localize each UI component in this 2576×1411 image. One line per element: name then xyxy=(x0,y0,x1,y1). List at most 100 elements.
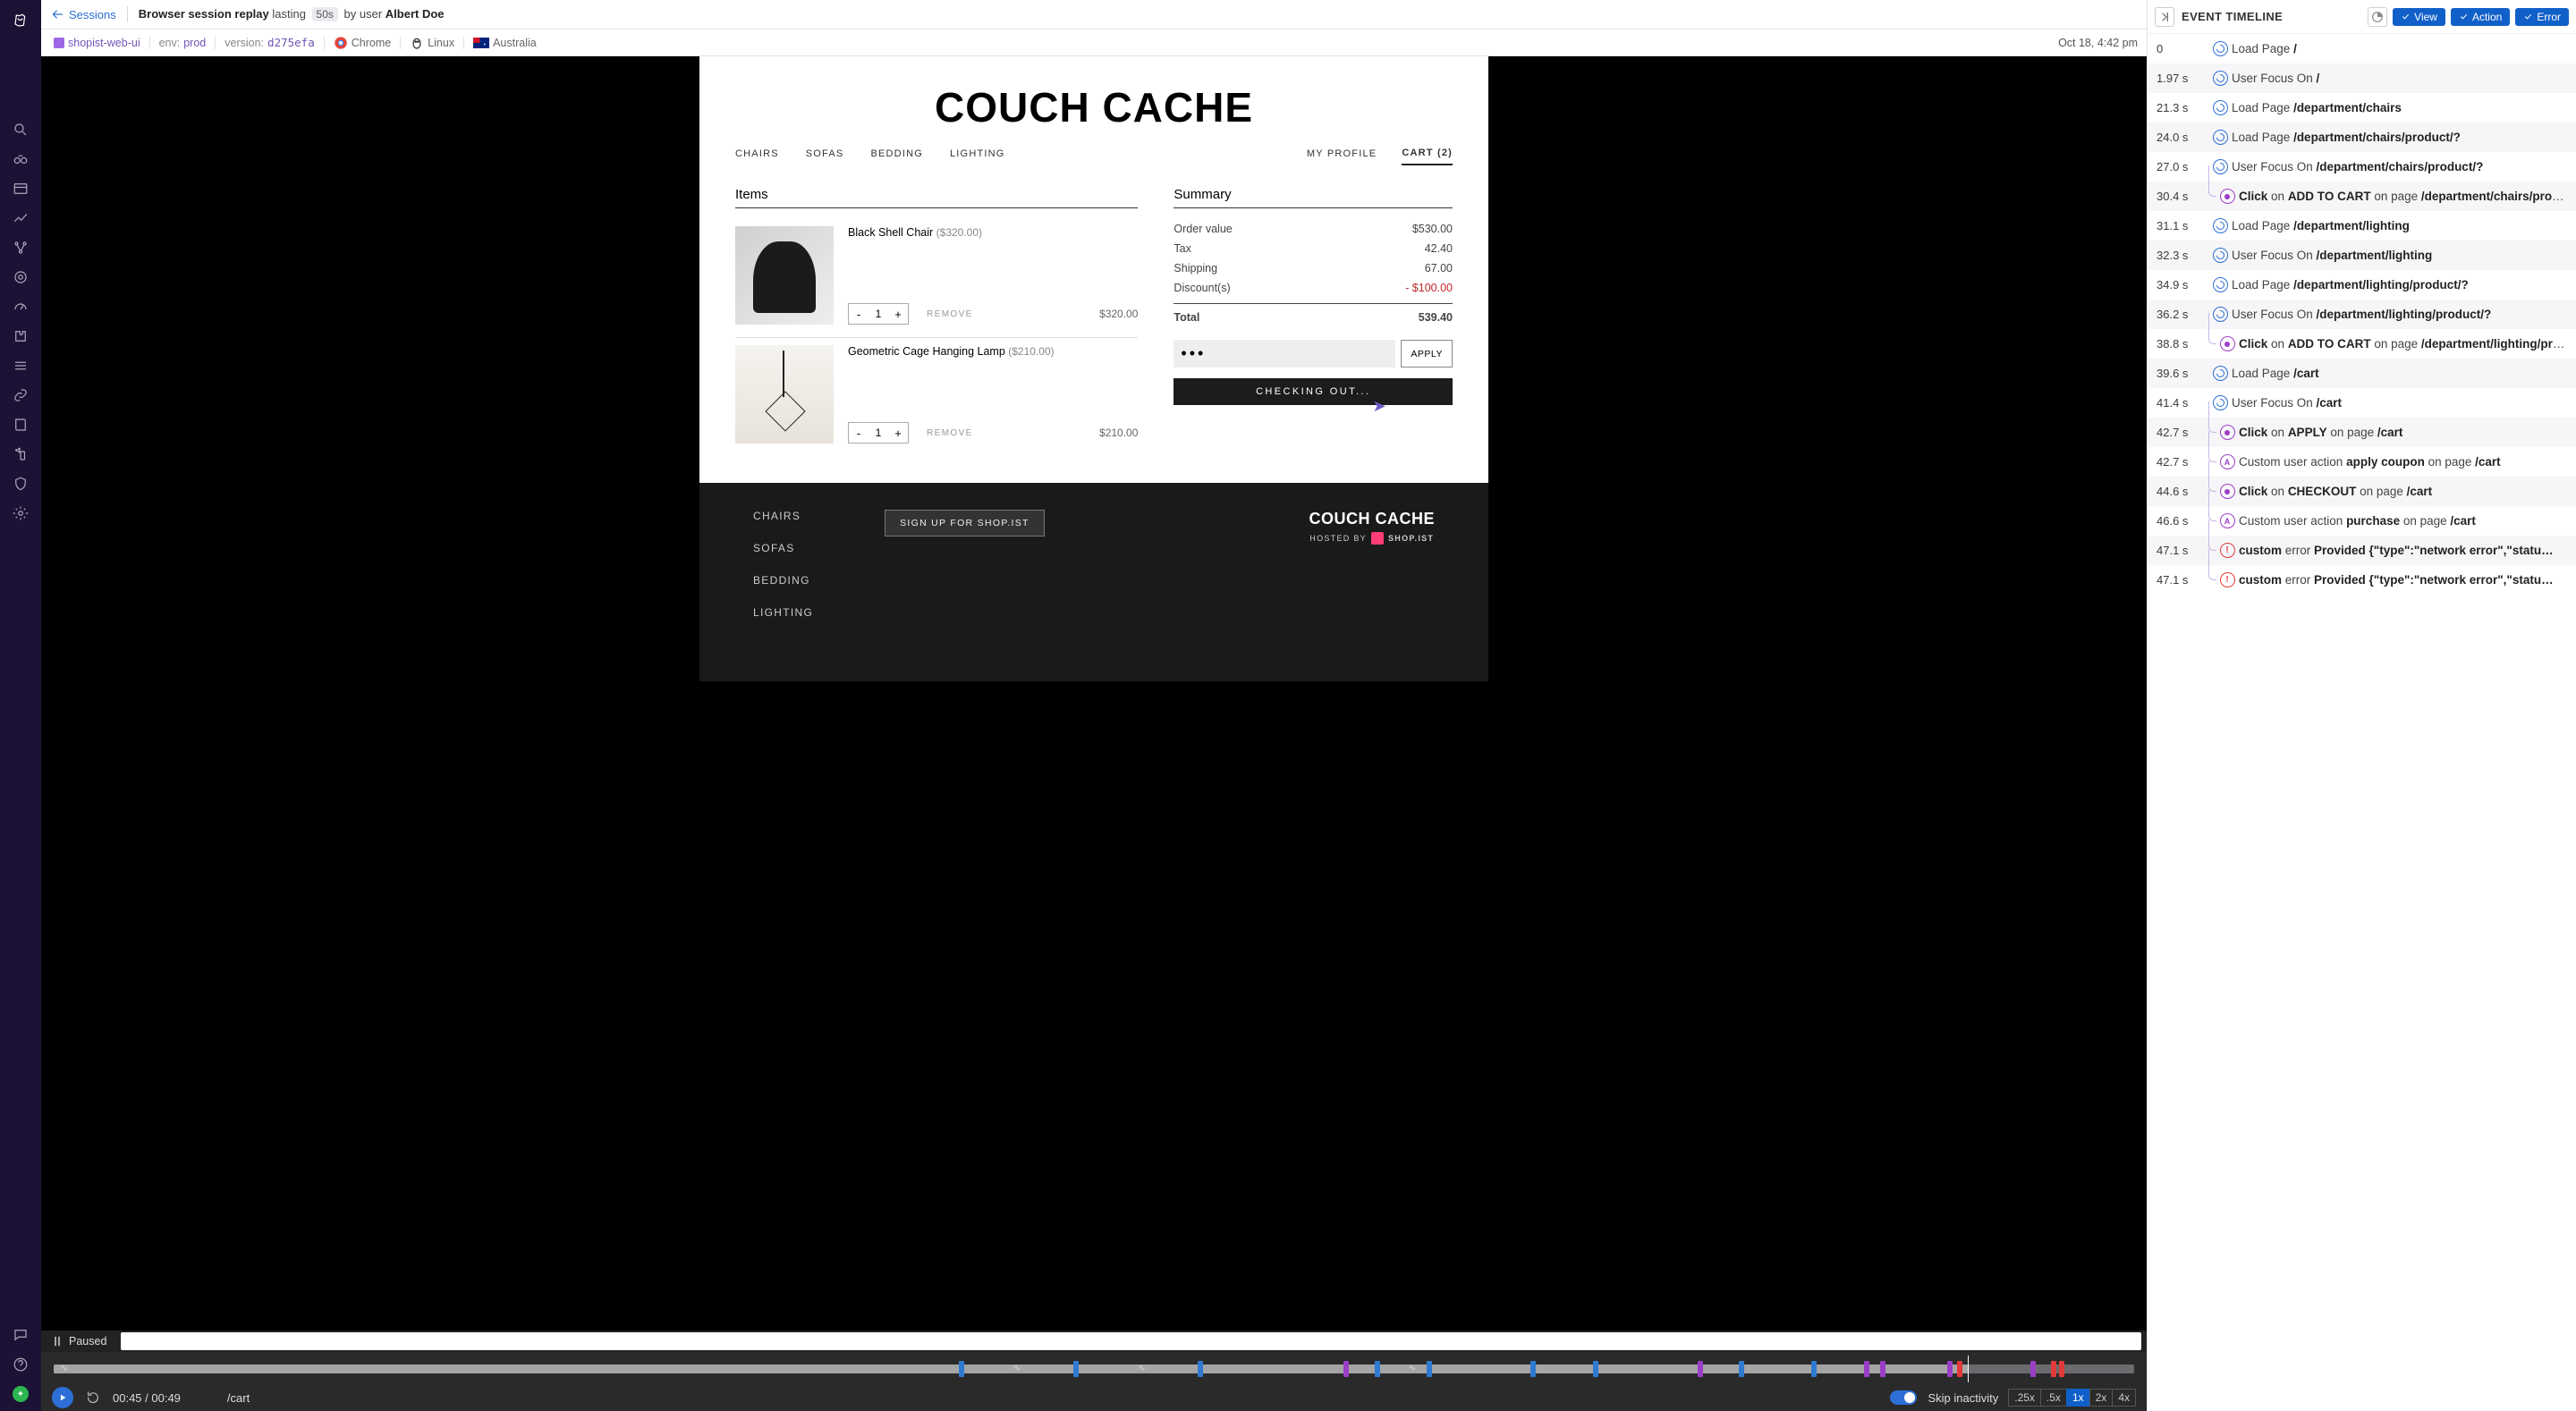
footer-lighting[interactable]: LIGHTING xyxy=(753,606,813,619)
timeline-mark-pulse[interactable]: ∿ xyxy=(58,1363,71,1375)
skip-inactivity-toggle[interactable] xyxy=(1890,1390,1917,1405)
timeline-mark-pulse[interactable]: ∿ xyxy=(1136,1363,1148,1375)
footer-sofas[interactable]: SOFAS xyxy=(753,542,813,554)
cart-item-row: Black Shell Chair ($320.00)-1+REMOVE$320… xyxy=(735,219,1138,338)
event-row[interactable]: 38.8 sClick on ADD TO CART on page /depa… xyxy=(2148,329,2576,359)
checkout-button[interactable]: CHECKING OUT... ➤ xyxy=(1174,378,1453,405)
nav-bedding[interactable]: BEDDING xyxy=(870,148,923,165)
event-row[interactable]: 47.1 scustom error Provided {"type":"net… xyxy=(2148,565,2576,595)
binoculars-icon[interactable] xyxy=(13,151,29,167)
play-button[interactable] xyxy=(52,1387,73,1408)
timeline-mark-error[interactable] xyxy=(1957,1361,1962,1377)
qty-minus-button[interactable]: - xyxy=(849,423,869,443)
remove-item-button[interactable]: REMOVE xyxy=(927,428,973,438)
timeline-mark-error[interactable] xyxy=(2051,1361,2056,1377)
footer-bedding[interactable]: BEDDING xyxy=(753,574,813,587)
rewind-button[interactable] xyxy=(84,1389,102,1407)
collapse-panel-button[interactable] xyxy=(2155,7,2174,27)
timeline-scrubber[interactable]: ∿ ∿ ∿ ∿ xyxy=(41,1352,2147,1384)
timeline-mark-focus[interactable] xyxy=(1530,1361,1536,1377)
time-display: 00:45 / 00:49 xyxy=(113,1391,181,1405)
timeline-mark-focus[interactable] xyxy=(1593,1361,1598,1377)
service-tag[interactable]: shopist-web-ui xyxy=(50,37,144,49)
brand-logo[interactable] xyxy=(5,5,36,36)
nav-sofas[interactable]: SOFAS xyxy=(806,148,844,165)
speed-2x[interactable]: 2x xyxy=(2089,1389,2114,1407)
timeline-mark-focus[interactable] xyxy=(1427,1361,1432,1377)
timeline-mark-error[interactable] xyxy=(2059,1361,2064,1377)
coupon-input[interactable] xyxy=(1174,340,1395,368)
filter-error-chip[interactable]: Error xyxy=(2515,8,2569,26)
context-tag-bar: shopist-web-ui env:prod version:d275efa … xyxy=(41,30,2147,56)
filter-action-chip[interactable]: Action xyxy=(2451,8,2510,26)
speed-025x[interactable]: .25x xyxy=(2008,1389,2041,1407)
filter-view-chip[interactable]: View xyxy=(2393,8,2445,26)
timeline-mark-click[interactable] xyxy=(1880,1361,1885,1377)
user-status-icon[interactable]: ✦ xyxy=(13,1386,29,1402)
book-icon[interactable] xyxy=(13,417,29,433)
remove-item-button[interactable]: REMOVE xyxy=(927,309,973,319)
timeline-mark-focus[interactable] xyxy=(1375,1361,1380,1377)
puzzle-icon[interactable] xyxy=(13,328,29,344)
event-description: Custom user action apply coupon on page … xyxy=(2239,455,2567,469)
speed-4x[interactable]: 4x xyxy=(2112,1389,2136,1407)
qty-plus-button[interactable]: + xyxy=(888,304,908,324)
nav-profile[interactable]: MY PROFILE xyxy=(1307,148,1377,165)
event-row[interactable]: 0Load Page / xyxy=(2148,34,2576,63)
shield-icon[interactable] xyxy=(13,476,29,492)
event-row[interactable]: 31.1 sLoad Page /department/lighting xyxy=(2148,211,2576,241)
event-row[interactable]: 32.3 sUser Focus On /department/lighting xyxy=(2148,241,2576,270)
timeline-mark-click[interactable] xyxy=(2030,1361,2036,1377)
back-to-sessions[interactable]: Sessions xyxy=(50,7,116,21)
spray-icon[interactable] xyxy=(13,446,29,462)
dashboard-icon[interactable] xyxy=(13,181,29,197)
timeline-mark-pulse[interactable]: ∿ xyxy=(1011,1363,1023,1375)
timeline-mark-focus[interactable] xyxy=(1739,1361,1744,1377)
list-icon[interactable] xyxy=(13,358,29,374)
timeline-mark-focus[interactable] xyxy=(1073,1361,1079,1377)
help-icon[interactable] xyxy=(13,1356,29,1373)
event-timestamp: 31.1 s xyxy=(2157,219,2208,232)
target-icon[interactable] xyxy=(13,269,29,285)
country-tag[interactable]: Australia xyxy=(470,37,540,49)
gear-icon[interactable] xyxy=(13,505,29,521)
timeline-mark-pulse[interactable]: ∿ xyxy=(1406,1363,1419,1375)
chart-toggle-button[interactable] xyxy=(2368,7,2387,27)
version-tag[interactable]: version:d275efa xyxy=(221,36,318,49)
timeline-mark-focus[interactable] xyxy=(1198,1361,1203,1377)
nav-chairs[interactable]: CHAIRS xyxy=(735,148,779,165)
event-timestamp: 34.9 s xyxy=(2157,278,2208,291)
event-row[interactable]: 1.97 sUser Focus On / xyxy=(2148,63,2576,93)
infra-icon[interactable] xyxy=(13,240,29,256)
event-row[interactable]: 30.4 sClick on ADD TO CART on page /depa… xyxy=(2148,182,2576,211)
timeline-mark-focus[interactable] xyxy=(959,1361,964,1377)
timeline-mark-click[interactable] xyxy=(1864,1361,1869,1377)
qty-plus-button[interactable]: + xyxy=(888,423,908,443)
speed-1x[interactable]: 1x xyxy=(2066,1389,2090,1407)
timeline-mark-click[interactable] xyxy=(1947,1361,1953,1377)
nav-lighting[interactable]: LIGHTING xyxy=(950,148,1005,165)
search-icon[interactable] xyxy=(13,122,29,138)
gauge-icon[interactable] xyxy=(13,299,29,315)
chart-icon[interactable] xyxy=(13,210,29,226)
site-nav: CHAIRS SOFAS BEDDING LIGHTING MY PROFILE… xyxy=(699,148,1488,174)
chat-icon[interactable] xyxy=(13,1327,29,1343)
speed-05x[interactable]: .5x xyxy=(2040,1389,2067,1407)
timeline-mark-focus[interactable] xyxy=(1811,1361,1817,1377)
signup-button[interactable]: SIGN UP FOR SHOP.IST xyxy=(885,510,1045,537)
timeline-mark-click[interactable] xyxy=(1343,1361,1349,1377)
qty-minus-button[interactable]: - xyxy=(849,304,869,324)
link-icon[interactable] xyxy=(13,387,29,403)
apply-coupon-button[interactable]: APPLY xyxy=(1401,340,1453,368)
event-row[interactable]: 39.6 sLoad Page /cart xyxy=(2148,359,2576,388)
session-datetime: Oct 18, 4:42 pm xyxy=(2058,37,2138,49)
os-tag[interactable]: Linux xyxy=(406,36,458,50)
event-row[interactable]: 34.9 sLoad Page /department/lighting/pro… xyxy=(2148,270,2576,300)
event-row[interactable]: 21.3 sLoad Page /department/chairs xyxy=(2148,93,2576,123)
event-row[interactable]: 24.0 sLoad Page /department/chairs/produ… xyxy=(2148,123,2576,152)
browser-tag[interactable]: Chrome xyxy=(330,36,394,50)
footer-chairs[interactable]: CHAIRS xyxy=(753,510,813,522)
nav-cart[interactable]: CART (2) xyxy=(1402,148,1453,165)
timeline-mark-click[interactable] xyxy=(1698,1361,1703,1377)
env-tag[interactable]: env:prod xyxy=(156,37,210,49)
